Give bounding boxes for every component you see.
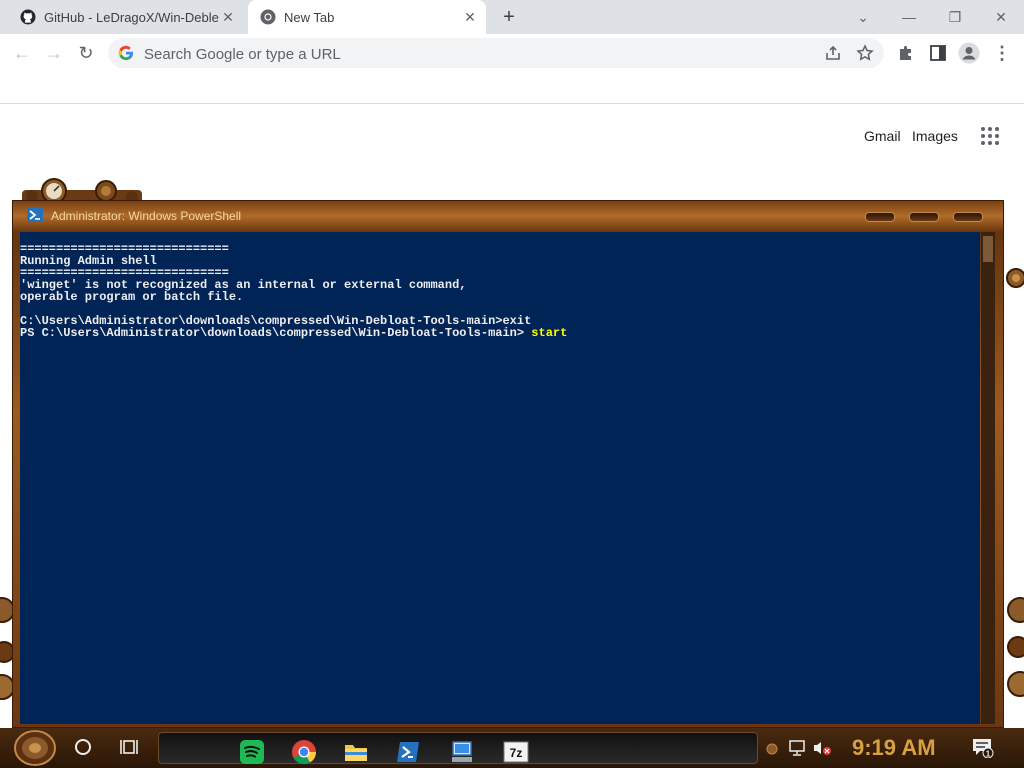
chrome-icon [260,9,276,25]
tab-title: GitHub - LeDragoX/Win-Deble [44,9,219,25]
back-button[interactable]: ← [10,42,34,64]
browser-toolbar: ← → ↻ ⋮ [0,34,1024,72]
powershell-title-bar[interactable]: Administrator: Windows PowerShell [13,201,1003,231]
pinned-apps-bar: 7z [158,732,758,765]
taskbar-clock[interactable]: 9:19 AM [852,735,936,761]
console-line: operable program or batch file. [20,290,244,304]
ps-close-button[interactable] [953,212,983,222]
extensions-puzzle-icon[interactable] [896,43,916,63]
steampunk-gear-right-decoration [1007,597,1024,697]
tab-new-tab[interactable]: New Tab ✕ [248,0,486,34]
omnibox[interactable] [108,38,884,70]
close-tab-icon[interactable]: ✕ [462,9,478,26]
close-window-button[interactable]: ✕ [986,6,1016,28]
task-view-icon[interactable] [120,738,140,756]
powershell-window-title: Administrator: Windows PowerShell [51,209,242,223]
start-button-gear-icon[interactable] [12,730,58,766]
tab-search-icon[interactable]: ⌄ [848,6,878,28]
console-prompt: PS C:\Users\Administrator\downloads\comp… [20,326,532,340]
google-apps-icon[interactable] [980,126,1000,146]
spotify-icon[interactable] [239,739,265,765]
powershell-icon[interactable] [395,739,421,765]
toolbar-divider [0,103,1024,104]
remote-desktop-icon[interactable] [449,739,475,765]
7zip-label: 7z [510,746,523,760]
powershell-console[interactable]: ============================= Running Ad… [20,232,980,724]
console-prompt-line: PS C:\Users\Administrator\downloads\comp… [20,327,567,339]
notification-count: 1 [986,750,991,759]
new-tab-button[interactable]: + [498,6,520,28]
reload-button[interactable]: ↻ [74,42,98,64]
file-explorer-icon[interactable] [343,739,369,765]
ps-maximize-button[interactable] [909,212,939,222]
bookmark-star-icon[interactable] [856,44,874,62]
google-icon [118,45,133,61]
powershell-icon [27,208,43,222]
volume-muted-icon[interactable] [812,740,832,756]
profile-avatar-icon[interactable] [958,42,980,64]
chrome-icon[interactable] [291,739,317,765]
share-icon[interactable] [824,44,842,62]
side-panel-icon[interactable] [928,43,948,63]
tab-title: New Tab [284,9,335,25]
chrome-menu-button[interactable]: ⋮ [990,42,1014,64]
network-icon[interactable] [788,740,806,756]
close-tab-icon[interactable]: ✕ [220,9,236,26]
notification-center-icon[interactable]: 1 [972,738,994,758]
console-scrollbar[interactable] [981,232,995,724]
restore-button[interactable]: ❐ [940,6,970,28]
omnibox-input[interactable] [142,38,786,70]
taskbar: 7z 9:19 AM 1 [0,728,1024,768]
console-typed-command: start [531,326,568,340]
github-icon [20,9,36,25]
console-output: ============================= Running Ad… [20,243,567,339]
tab-strip: GitHub - LeDragoX/Win-Deble ✕ New Tab ✕ … [0,0,1024,34]
scrollbar-thumb[interactable] [983,236,993,262]
images-link[interactable]: Images [912,128,958,144]
7zip-icon[interactable]: 7z [503,739,529,765]
powershell-window: Administrator: Windows PowerShell ======… [12,200,1004,728]
ps-minimize-button[interactable] [865,212,895,222]
search-circle-icon[interactable] [74,738,92,756]
minimize-button[interactable]: — [894,6,924,28]
tab-github[interactable]: GitHub - LeDragoX/Win-Deble ✕ [8,0,244,34]
forward-button[interactable]: → [42,42,66,64]
gmail-link[interactable]: Gmail [864,128,901,144]
tray-gear-icon[interactable] [766,742,778,756]
steampunk-pipe-decoration [1006,268,1024,288]
